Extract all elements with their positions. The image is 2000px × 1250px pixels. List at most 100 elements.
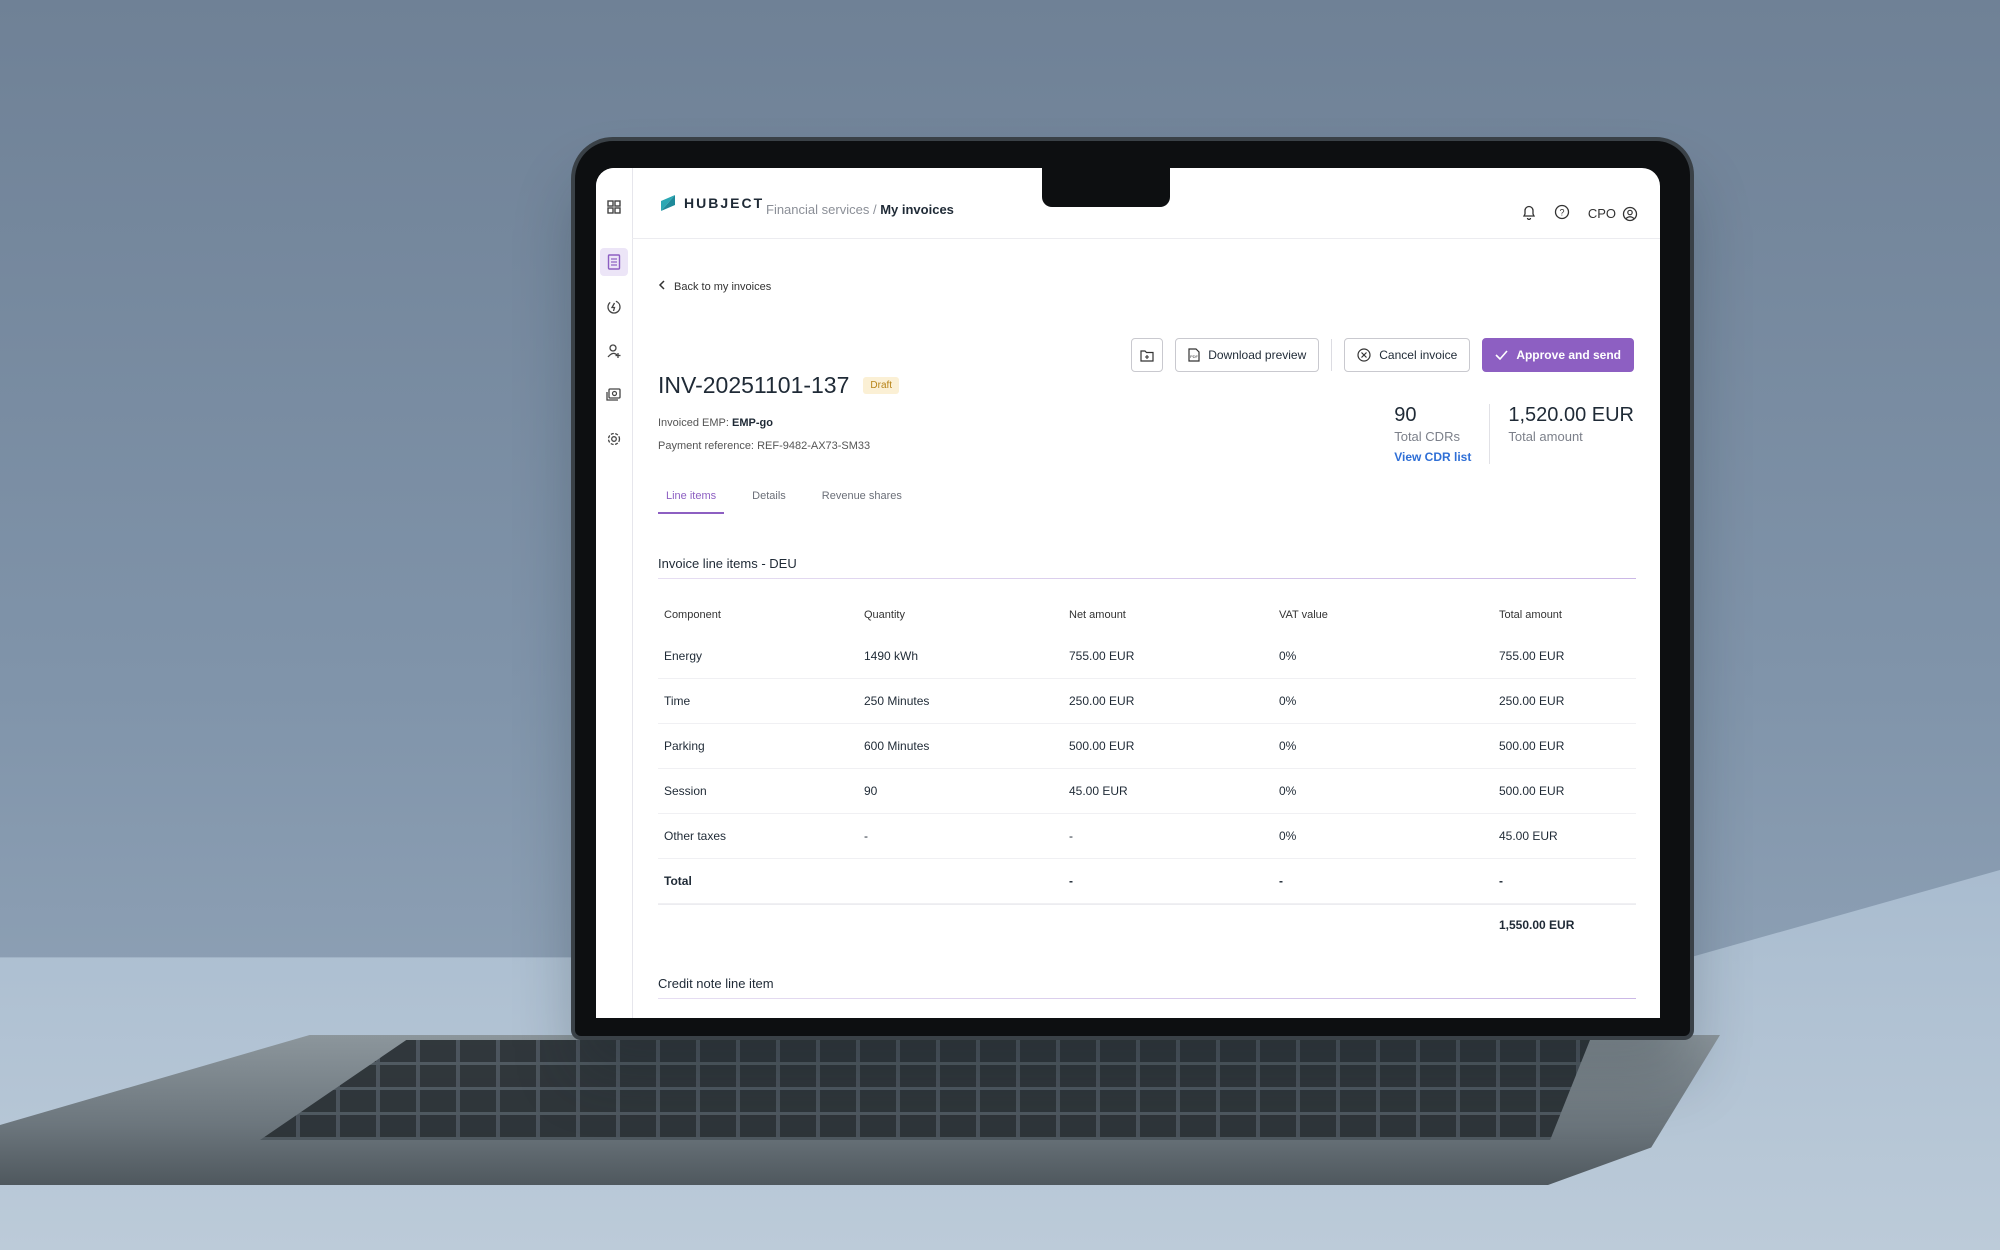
cell-component: Time [664,694,691,708]
table-row: Parking 600 Minutes 500.00 EUR 0% 500.00… [658,724,1636,769]
table-row: Energy 1490 kWh 755.00 EUR 0% 755.00 EUR [658,634,1636,679]
sidebar-item-energy[interactable] [600,293,628,321]
user-menu[interactable]: CPO [1588,206,1638,222]
cell-total: 45.00 EUR [1499,829,1558,843]
cdr-count-label: Total CDRs [1394,429,1460,444]
cell-vat: 0% [1279,739,1297,753]
cdr-summary: 90 Total CDRs View CDR list [1394,404,1491,464]
view-cdr-link[interactable]: View CDR list [1394,450,1471,464]
grand-total-row: 1,550.00 EUR [658,904,1636,945]
app-screen: HUBJECT Financial services / My invoices… [596,168,1660,1018]
invoice-header: INV-20251101-137 Draft [658,372,900,399]
tab-details[interactable]: Details [744,490,794,514]
emp-value: EMP-go [731,417,773,429]
tab-line-items[interactable]: Line items [658,490,725,514]
svg-text:?: ? [1559,208,1564,218]
table-header: Component Quantity Net amount VAT value … [658,596,1636,634]
tab-revenue-shares[interactable]: Revenue shares [814,490,910,514]
grand-total-value: 1,550.00 EUR [1499,918,1575,932]
cell-net-amount: 250.00 EUR [1069,694,1135,708]
total-amount-value: 1,520.00 EUR [1508,404,1634,426]
invoice-icon [607,254,621,270]
total-amount-label: Total amount [1508,429,1583,444]
hubject-logo[interactable]: HUBJECT [660,194,764,212]
invoiced-emp: Invoiced EMP: EMP-go [658,417,773,429]
folder-icon [1140,349,1154,362]
cell-total-net: - [1069,874,1073,888]
table-total-row: Total - - - [658,859,1636,904]
cell-net-amount: - [1069,829,1073,843]
cell-total-vat: - [1279,874,1283,888]
line-items-table: Component Quantity Net amount VAT value … [658,596,1636,945]
download-preview-label: Download preview [1208,348,1307,362]
total-summary: 1,520.00 EUR Total amount [1508,404,1634,464]
brand-mark-icon [661,195,675,211]
sidebar-item-invoices[interactable] [600,248,628,276]
cell-total: 500.00 EUR [1499,784,1565,798]
credit-note-divider [658,998,1636,999]
chevron-left-icon [658,280,666,293]
laptop-keyboard [260,1040,1590,1140]
approve-send-button[interactable]: Approve and send [1482,338,1634,372]
credit-note-title: Credit note line item [658,976,774,991]
header-actions: ? CPO [1522,204,1638,223]
cell-vat: 0% [1279,649,1297,663]
account-icon [1622,206,1638,221]
sidebar-item-settings[interactable] [600,425,628,453]
folder-button[interactable] [1131,338,1164,372]
breadcrumb: Financial services / My invoices [766,202,954,217]
cell-total-amount: - [1499,874,1503,888]
cell-component: Energy [664,649,703,663]
brand-name: HUBJECT [684,195,765,211]
cancel-invoice-button[interactable]: Cancel invoice [1344,338,1471,372]
back-link[interactable]: Back to my invoices [658,280,771,293]
table-row: Other taxes - - 0% 45.00 EUR [658,814,1636,859]
close-circle-icon [1357,348,1371,362]
sidebar-item-payments[interactable] [600,381,628,409]
cell-total: 755.00 EUR [1499,649,1565,663]
payment-reference: Payment reference: REF-9482-AX73-SM33 [658,440,870,452]
sidebar-item-users[interactable] [600,337,628,365]
cell-net-amount: 500.00 EUR [1069,739,1135,753]
download-preview-button[interactable]: PDF Download preview [1175,338,1320,372]
help-icon[interactable]: ? [1554,204,1570,223]
breadcrumb-separator: / [872,202,877,217]
cell-total: 250.00 EUR [1499,694,1565,708]
status-badge: Draft [863,377,900,394]
cell-component: Parking [664,739,705,753]
header-quantity: Quantity [864,609,905,621]
section-title: Invoice line items - DEU [658,556,797,571]
cell-quantity: 1490 kWh [864,649,919,663]
table-row: Time 250 Minutes 250.00 EUR 0% 250.00 EU… [658,679,1636,724]
action-divider [1331,339,1333,371]
cell-net-amount: 755.00 EUR [1069,649,1135,663]
check-icon [1495,350,1508,360]
table-row: Session 90 45.00 EUR 0% 500.00 EUR [658,769,1636,814]
cell-quantity: - [864,829,868,843]
invoice-number: INV-20251101-137 [658,372,850,398]
cell-total-label: Total [664,874,692,888]
bell-icon[interactable] [1522,204,1536,223]
cell-total: 500.00 EUR [1499,739,1565,753]
header-net-amount: Net amount [1069,609,1126,621]
cell-vat: 0% [1279,694,1297,708]
invoice-summary: 90 Total CDRs View CDR list 1,520.00 EUR… [1394,404,1634,464]
section-divider [658,578,1636,579]
cell-component: Session [664,784,707,798]
money-icon [606,388,621,401]
emp-label: Invoiced EMP: [658,417,729,429]
breadcrumb-parent[interactable]: Financial services [766,202,869,217]
cell-component: Other taxes [664,829,727,843]
header-component: Component [664,609,721,621]
invoice-tabs: Line items Details Revenue shares [658,490,910,514]
cell-quantity: 250 Minutes [864,694,930,708]
back-link-label: Back to my invoices [674,280,772,293]
cell-net-amount: 45.00 EUR [1069,784,1128,798]
svg-text:PDF: PDF [1190,354,1199,359]
role-label: CPO [1587,206,1616,221]
cell-quantity: 600 Minutes [864,739,930,753]
payment-ref-label: Payment reference: [658,440,754,452]
header-total-amount: Total amount [1499,609,1562,621]
apps-grid-icon[interactable] [600,193,628,221]
cell-vat: 0% [1279,784,1297,798]
